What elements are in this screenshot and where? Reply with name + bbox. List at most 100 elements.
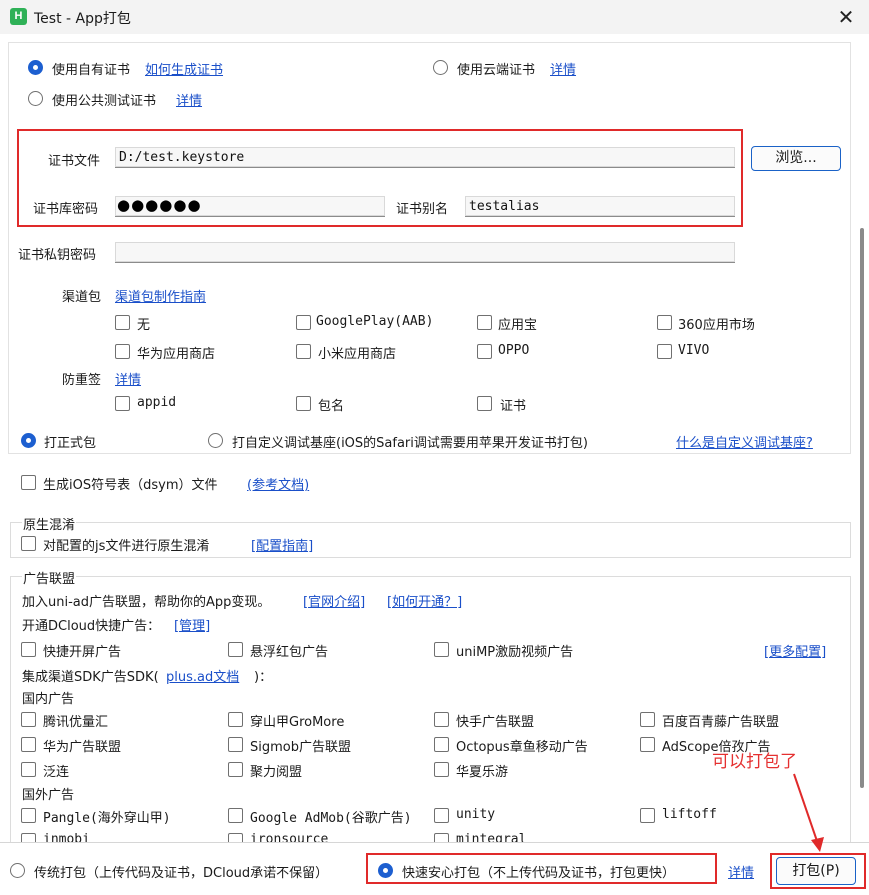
- domestic-ad-item: 华为广告联盟: [43, 740, 122, 755]
- overseas-ad-item: ironsource: [250, 832, 329, 842]
- channel-label: 渠道包: [62, 290, 102, 305]
- anti-resign-item: 证书: [500, 399, 527, 414]
- native-obfuscation-guide-link[interactable]: [配置指南]: [251, 535, 313, 554]
- cloud-cert-label: 使用云端证书: [457, 63, 536, 78]
- cloud-cert-radio[interactable]: [433, 60, 448, 75]
- custom-base-label: 打自定义调试基座(iOS的Safari调试需要用苹果开发证书打包): [232, 436, 588, 451]
- formal-package-radio[interactable]: [21, 433, 36, 448]
- domestic-ad-checkbox[interactable]: [640, 712, 655, 727]
- plus-ad-doc-link[interactable]: plus.ad文档: [166, 666, 239, 685]
- anti-resign-item: appid: [137, 395, 177, 410]
- overseas-ad-checkbox[interactable]: [228, 833, 243, 842]
- domestic-ad-checkbox[interactable]: [228, 737, 243, 752]
- domestic-ad-checkbox[interactable]: [228, 712, 243, 727]
- anti-resign-checkbox[interactable]: [296, 396, 311, 411]
- own-cert-radio[interactable]: [28, 60, 43, 75]
- ad-how-to-open-link[interactable]: [如何开通？]: [387, 591, 462, 610]
- channel-guide-link[interactable]: 渠道包制作指南: [115, 286, 206, 305]
- public-test-cert-radio[interactable]: [28, 91, 43, 106]
- cert-form-highlight-box: [17, 129, 743, 227]
- anti-resign-detail-link[interactable]: 详情: [115, 369, 141, 388]
- channel-checkbox[interactable]: [296, 344, 311, 359]
- overseas-ad-item: Google AdMob(谷歌广告): [250, 811, 412, 826]
- anti-resign-checkbox[interactable]: [477, 396, 492, 411]
- domestic-ad-checkbox[interactable]: [21, 762, 36, 777]
- native-obfuscation-label: 对配置的js文件进行原生混淆: [43, 539, 210, 554]
- domestic-ad-checkbox[interactable]: [21, 712, 36, 727]
- quick-ad-checkbox[interactable]: [228, 642, 243, 657]
- quick-ad-manage-link[interactable]: [管理]: [174, 615, 210, 634]
- private-key-password-label: 证书私钥密码: [18, 248, 97, 263]
- more-config-link[interactable]: [更多配置]: [764, 641, 826, 660]
- window-title: Test - App打包: [34, 11, 131, 27]
- overseas-ad-checkbox[interactable]: [434, 833, 449, 842]
- sdk-label-suffix: )：: [254, 670, 273, 685]
- custom-base-radio[interactable]: [208, 433, 223, 448]
- overseas-ad-item: mintegral: [456, 832, 527, 842]
- close-icon[interactable]: ✕: [823, 0, 869, 34]
- ad-alliance-title: 广告联盟: [22, 568, 77, 587]
- formal-package-label: 打正式包: [44, 436, 97, 451]
- hbuilder-app-icon: H: [10, 8, 27, 25]
- domestic-ad-checkbox[interactable]: [640, 737, 655, 752]
- dsym-checkbox[interactable]: [21, 475, 36, 490]
- overseas-ad-checkbox[interactable]: [640, 808, 655, 823]
- fast-safe-highlight-box: [366, 853, 717, 884]
- public-test-cert-label: 使用公共测试证书: [52, 94, 157, 109]
- anti-resign-label: 防重签: [62, 373, 102, 388]
- channel-item: OPPO: [498, 343, 530, 358]
- private-key-password-input[interactable]: [115, 242, 735, 263]
- channel-checkbox[interactable]: [657, 315, 672, 330]
- channel-checkbox[interactable]: [477, 315, 492, 330]
- anti-resign-checkbox[interactable]: [115, 396, 130, 411]
- custom-base-help-link[interactable]: 什么是自定义调试基座?: [676, 432, 813, 451]
- channel-checkbox[interactable]: [477, 344, 492, 359]
- channel-checkbox[interactable]: [115, 315, 130, 330]
- domestic-ad-item: 聚力阅盟: [250, 765, 303, 780]
- channel-item: 小米应用商店: [318, 347, 397, 362]
- channel-checkbox[interactable]: [657, 344, 672, 359]
- dsym-doc-link[interactable]: (参考文档): [247, 474, 309, 493]
- native-obfuscation-checkbox[interactable]: [21, 536, 36, 551]
- overseas-ad-checkbox[interactable]: [21, 808, 36, 823]
- vertical-scrollbar[interactable]: [857, 38, 867, 838]
- own-cert-label: 使用自有证书: [52, 63, 131, 78]
- overseas-ad-item: inmobi: [43, 832, 90, 842]
- title-bar: H Test - App打包 ✕: [0, 0, 869, 34]
- annotation-text: 可以打包了: [712, 752, 797, 772]
- public-test-cert-detail-link[interactable]: 详情: [176, 90, 202, 109]
- overseas-ad-checkbox[interactable]: [21, 833, 36, 842]
- browse-button[interactable]: 浏览...: [751, 146, 841, 171]
- domestic-ad-item: 腾讯优量汇: [43, 715, 109, 730]
- traditional-package-label: 传统打包（上传代码及证书，DCloud承诺不保留）: [34, 866, 329, 881]
- traditional-package-radio[interactable]: [10, 863, 25, 878]
- domestic-ad-checkbox[interactable]: [434, 712, 449, 727]
- channel-item: 无: [137, 318, 151, 333]
- overseas-ad-checkbox[interactable]: [228, 808, 243, 823]
- channel-item: 华为应用商店: [137, 347, 216, 362]
- channel-item: 应用宝: [498, 318, 538, 333]
- cloud-cert-detail-link[interactable]: 详情: [550, 59, 576, 78]
- package-button-highlight-box: [770, 853, 866, 889]
- quick-ad-item: 快捷开屏广告: [43, 645, 122, 660]
- anti-resign-item: 包名: [318, 399, 345, 414]
- overseas-ad-item: liftoff: [662, 807, 717, 822]
- domestic-ad-checkbox[interactable]: [228, 762, 243, 777]
- overseas-ad-item: unity: [456, 807, 496, 822]
- domestic-ad-checkbox[interactable]: [434, 737, 449, 752]
- domestic-ad-item: Octopus章鱼移动广告: [456, 740, 588, 755]
- overseas-ad-checkbox[interactable]: [434, 808, 449, 823]
- scrollbar-thumb[interactable]: [860, 228, 864, 788]
- how-to-generate-cert-link[interactable]: 如何生成证书: [145, 59, 223, 78]
- domestic-ad-item: 华夏乐游: [456, 765, 509, 780]
- domestic-ad-checkbox[interactable]: [434, 762, 449, 777]
- channel-checkbox[interactable]: [296, 315, 311, 330]
- package-detail-link[interactable]: 详情: [728, 862, 754, 881]
- domestic-ad-checkbox[interactable]: [21, 737, 36, 752]
- quick-ad-checkbox[interactable]: [434, 642, 449, 657]
- ad-official-intro-link[interactable]: [官网介绍]: [303, 591, 365, 610]
- annotation-arrow-icon: [793, 773, 824, 852]
- dsym-label: 生成iOS符号表（dsym）文件: [43, 478, 218, 493]
- quick-ad-checkbox[interactable]: [21, 642, 36, 657]
- channel-checkbox[interactable]: [115, 344, 130, 359]
